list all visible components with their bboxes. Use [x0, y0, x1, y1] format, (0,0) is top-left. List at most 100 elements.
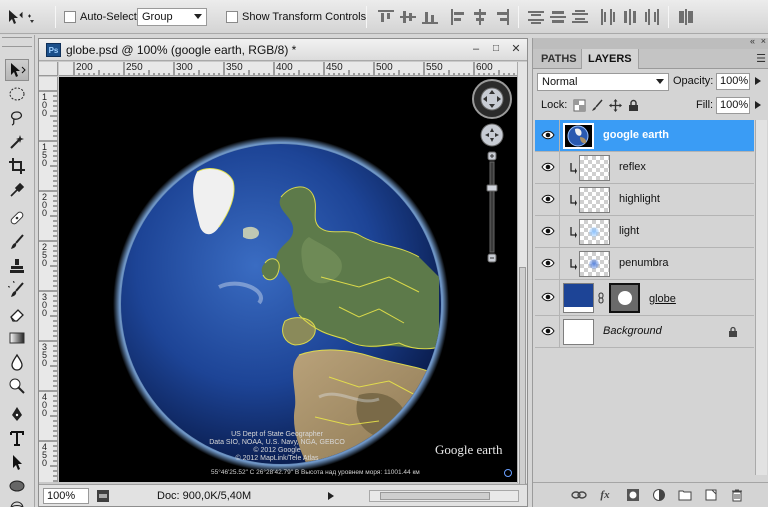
tab-layers[interactable]: LAYERS	[581, 49, 639, 69]
align-left-edges-icon[interactable]	[450, 9, 466, 25]
new-group-folder-icon[interactable]	[677, 488, 693, 502]
vertical-ruler[interactable]: 100 150 200 250 300 350 400 450	[39, 77, 58, 482]
google-earth-logo: Google earth	[435, 442, 503, 457]
align-right-edges-icon[interactable]	[494, 9, 510, 25]
panel-menu-icon[interactable]: ☰	[756, 52, 766, 65]
ruler-label: 100	[41, 92, 47, 118]
align-horizontal-centers-icon[interactable]	[472, 9, 488, 25]
distribute-top-icon[interactable]	[528, 9, 544, 25]
trash-icon[interactable]	[729, 488, 745, 502]
visibility-toggle[interactable]	[535, 280, 560, 316]
align-bottom-edges-icon[interactable]	[422, 9, 438, 25]
visibility-toggle[interactable]	[535, 248, 560, 280]
eyedropper-tool[interactable]	[5, 179, 29, 201]
layers-panel-footer: fx	[533, 482, 768, 507]
opacity-slider-arrow-icon[interactable]	[754, 76, 762, 86]
collapse-panel-icon[interactable]: «	[750, 36, 755, 46]
layer-google-earth[interactable]: google earth	[535, 120, 754, 152]
eye-icon	[541, 130, 555, 140]
layer-mask-thumbnail[interactable]	[609, 283, 640, 313]
blend-mode-dropdown[interactable]: Normal	[537, 73, 669, 91]
panel-dock-header[interactable]: « ×	[533, 36, 768, 49]
status-menu-arrow-icon[interactable]	[327, 491, 335, 501]
layers-scrollbar[interactable]	[755, 120, 767, 475]
3d-tool[interactable]	[5, 497, 29, 507]
visibility-toggle[interactable]	[535, 216, 560, 248]
visibility-toggle[interactable]	[535, 152, 560, 184]
vertical-scrollbar[interactable]	[517, 62, 527, 487]
distribute-bottom-icon[interactable]	[572, 9, 588, 25]
tab-paths[interactable]: PATHS	[535, 49, 583, 69]
close-panel-icon[interactable]: ×	[761, 36, 766, 46]
clone-stamp-tool[interactable]	[5, 255, 29, 277]
visibility-toggle[interactable]	[535, 120, 560, 152]
path-selection-tool[interactable]	[5, 451, 29, 473]
horizontal-scrollbar[interactable]	[369, 490, 519, 502]
history-brush-tool[interactable]	[5, 279, 29, 301]
scrollbar-thumb[interactable]	[380, 492, 490, 500]
chain-link-icon[interactable]	[597, 292, 605, 304]
show-transform-checkbox[interactable]	[226, 11, 238, 23]
quick-selection-tool[interactable]	[5, 131, 29, 153]
distribute-left-icon[interactable]	[600, 9, 616, 25]
visibility-toggle[interactable]	[535, 316, 560, 348]
fill-slider-arrow-icon[interactable]	[754, 100, 762, 110]
distribute-right-icon[interactable]	[644, 9, 660, 25]
fill-field[interactable]: 100%	[716, 97, 750, 114]
ruler-ticks	[39, 90, 57, 482]
distribute-vertical-centers-icon[interactable]	[550, 9, 566, 25]
move-tool[interactable]	[5, 59, 29, 81]
opacity-field[interactable]: 100%	[716, 73, 750, 90]
move-tool-preset[interactable]	[6, 0, 36, 34]
maximize-icon[interactable]: □	[490, 43, 502, 55]
visibility-toggle[interactable]	[535, 184, 560, 216]
layer-background[interactable]: Background	[535, 316, 754, 348]
auto-select-checkbox[interactable]	[64, 11, 76, 23]
ruler-origin[interactable]	[39, 62, 58, 76]
globe-thumbnail-icon	[567, 125, 589, 147]
credit-line: © 2012 Google	[253, 447, 301, 454]
adjustment-layer-icon[interactable]	[651, 488, 667, 502]
lock-all-icon[interactable]	[627, 99, 640, 112]
align-vertical-centers-icon[interactable]	[400, 9, 416, 25]
lock-image-pixels-icon[interactable]	[591, 99, 604, 112]
layer-light[interactable]: light	[535, 216, 754, 248]
align-top-edges-icon[interactable]	[378, 9, 394, 25]
close-icon[interactable]: ✕	[510, 43, 522, 55]
gradient-tool[interactable]	[5, 327, 29, 349]
eye-icon	[541, 194, 555, 204]
scrollbar-thumb[interactable]	[519, 267, 526, 487]
layer-style-fx-icon[interactable]: fx	[597, 488, 613, 502]
marquee-tool[interactable]	[5, 83, 29, 105]
lasso-tool[interactable]	[5, 107, 29, 129]
document-canvas[interactable]: US Dept of State Geographer Data SIO, NO…	[59, 77, 517, 482]
brush-tool[interactable]	[5, 231, 29, 253]
auto-align-layers-icon[interactable]	[678, 9, 694, 25]
eraser-tool[interactable]	[5, 303, 29, 325]
blur-tool[interactable]	[5, 351, 29, 373]
document-window: Ps globe.psd @ 100% (google earth, RGB/8…	[38, 38, 528, 507]
auto-select-dropdown[interactable]: Group	[137, 8, 207, 26]
minimize-icon[interactable]: –	[470, 43, 482, 55]
lock-transparent-pixels-icon[interactable]	[573, 99, 586, 112]
layer-reflex[interactable]: reflex	[535, 152, 754, 184]
crop-tool[interactable]	[5, 155, 29, 177]
panel-grip[interactable]	[2, 37, 32, 47]
pen-tool[interactable]	[5, 403, 29, 425]
zoom-level-field[interactable]: 100%	[43, 488, 89, 504]
layer-penumbra[interactable]: penumbra	[535, 248, 754, 280]
healing-brush-tool[interactable]	[5, 207, 29, 229]
type-tool[interactable]	[5, 427, 29, 449]
layer-highlight[interactable]: highlight	[535, 184, 754, 216]
horizontal-ruler[interactable]: 200 250 300 350 400 450 500 550 600	[59, 62, 517, 76]
lock-position-icon[interactable]	[609, 99, 622, 112]
dodge-tool[interactable]	[5, 375, 29, 397]
document-tab[interactable]: Ps globe.psd @ 100% (google earth, RGB/8…	[39, 39, 527, 61]
add-layer-mask-icon[interactable]	[625, 488, 641, 502]
new-layer-icon[interactable]	[703, 488, 719, 502]
distribute-horizontal-centers-icon[interactable]	[622, 9, 638, 25]
layer-globe[interactable]: globe	[535, 280, 754, 316]
shape-tool[interactable]	[5, 475, 29, 497]
link-layers-icon[interactable]	[571, 488, 587, 502]
lock-label: Lock:	[541, 99, 568, 111]
